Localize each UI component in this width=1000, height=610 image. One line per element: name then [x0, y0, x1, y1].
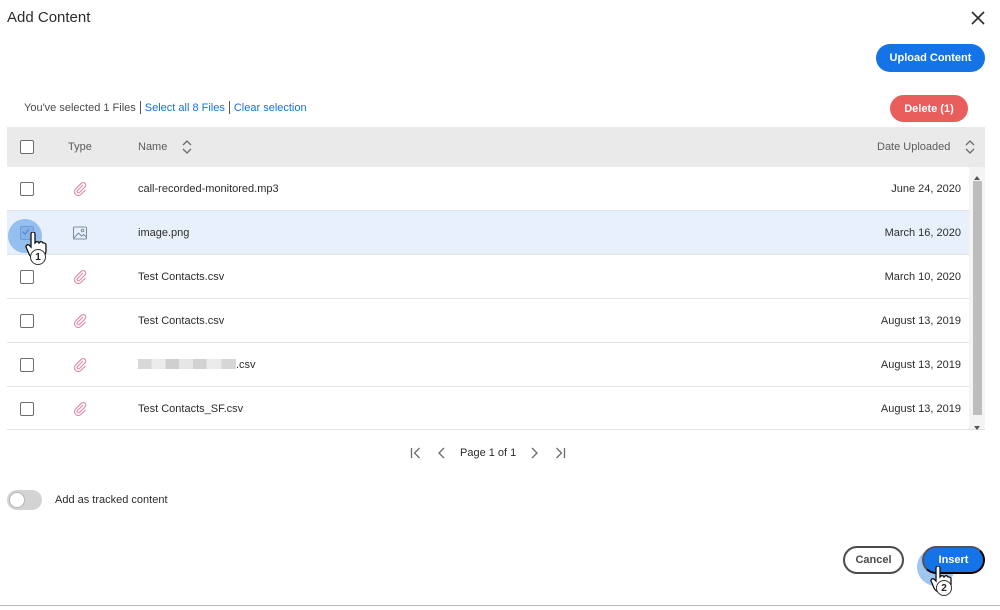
file-name: Test Contacts.csv	[138, 271, 225, 283]
file-date: March 10, 2020	[884, 271, 961, 283]
file-extension: .csv	[236, 359, 256, 371]
file-date: August 13, 2019	[880, 315, 961, 327]
pagination: Page 1 of 1	[406, 443, 570, 463]
select-all-link[interactable]: Select all 8 Files	[145, 102, 225, 114]
file-date: March 16, 2020	[884, 227, 961, 239]
upload-content-button[interactable]: Upload Content	[876, 44, 985, 72]
last-page-icon[interactable]	[550, 443, 570, 463]
row-checkbox[interactable]	[20, 314, 34, 328]
scrollbar[interactable]	[969, 167, 985, 430]
toggle-knob	[9, 492, 25, 508]
divider	[0, 605, 1000, 610]
row-checkbox[interactable]	[20, 402, 34, 416]
selection-bar: You've selected 1 Files Select all 8 Fil…	[24, 101, 307, 114]
column-type: Type	[68, 141, 92, 153]
scroll-down-arrow[interactable]	[973, 419, 981, 430]
row-checkbox[interactable]	[20, 358, 34, 372]
table-row[interactable]: Test Contacts.csv March 10, 2020	[7, 255, 969, 299]
file-name: Test Contacts.csv	[138, 315, 225, 327]
clear-selection-link[interactable]: Clear selection	[234, 102, 307, 114]
tracked-content-label: Add as tracked content	[55, 494, 168, 506]
column-date-uploaded[interactable]: Date Uploaded	[877, 141, 950, 153]
table-row[interactable]: .csv August 13, 2019	[7, 343, 969, 387]
table-row[interactable]: image.png March 16, 2020	[7, 211, 969, 255]
next-page-icon[interactable]	[524, 443, 544, 463]
selection-summary: You've selected 1 Files	[24, 101, 136, 114]
page-indicator: Page 1 of 1	[460, 447, 517, 459]
column-name[interactable]: Name	[138, 141, 167, 153]
scrollbar-thumb[interactable]	[973, 181, 982, 415]
table-header: Type Name Date Uploaded	[7, 127, 985, 167]
image-icon	[72, 225, 88, 241]
cancel-button[interactable]: Cancel	[843, 546, 904, 574]
file-name: Test Contacts_SF.csv	[138, 403, 244, 415]
separator	[228, 101, 230, 114]
scroll-up-arrow[interactable]	[973, 169, 981, 180]
paperclip-icon	[72, 269, 88, 285]
paperclip-icon	[72, 401, 88, 417]
row-checkbox[interactable]	[20, 270, 34, 284]
select-all-checkbox[interactable]	[20, 140, 34, 154]
delete-button[interactable]: Delete (1)	[890, 95, 968, 122]
paperclip-icon	[72, 181, 88, 197]
add-content-dialog: Add Content Upload Content You've select…	[0, 0, 1000, 610]
sort-icon[interactable]	[965, 139, 975, 155]
table-row[interactable]: call-recorded-monitored.mp3 June 24, 202…	[7, 167, 969, 211]
step-badge: 1	[30, 249, 46, 265]
file-date: June 24, 2020	[891, 183, 961, 195]
redacted-text	[138, 359, 236, 369]
content-table: Type Name Date Uploaded call-recorded-mo…	[7, 127, 985, 430]
file-date: August 13, 2019	[880, 403, 961, 415]
separator	[139, 101, 141, 114]
file-name: call-recorded-monitored.mp3	[138, 183, 279, 195]
close-icon[interactable]	[968, 8, 988, 28]
dialog-title: Add Content	[7, 9, 91, 26]
file-name: .csv	[138, 359, 256, 371]
paperclip-icon	[72, 313, 88, 329]
paperclip-icon	[72, 357, 88, 373]
file-name: image.png	[138, 227, 190, 239]
sort-icon[interactable]	[182, 139, 192, 155]
first-page-icon[interactable]	[406, 443, 426, 463]
file-date: August 13, 2019	[880, 359, 961, 371]
tracked-content-toggle[interactable]	[7, 490, 42, 510]
table-body: call-recorded-monitored.mp3 June 24, 202…	[7, 167, 969, 429]
row-checkbox[interactable]	[20, 182, 34, 196]
previous-page-icon[interactable]	[432, 443, 452, 463]
table-row[interactable]: Test Contacts_SF.csv August 13, 2019	[7, 387, 969, 429]
table-row[interactable]: Test Contacts.csv August 13, 2019	[7, 299, 969, 343]
step-badge: 2	[936, 580, 952, 596]
